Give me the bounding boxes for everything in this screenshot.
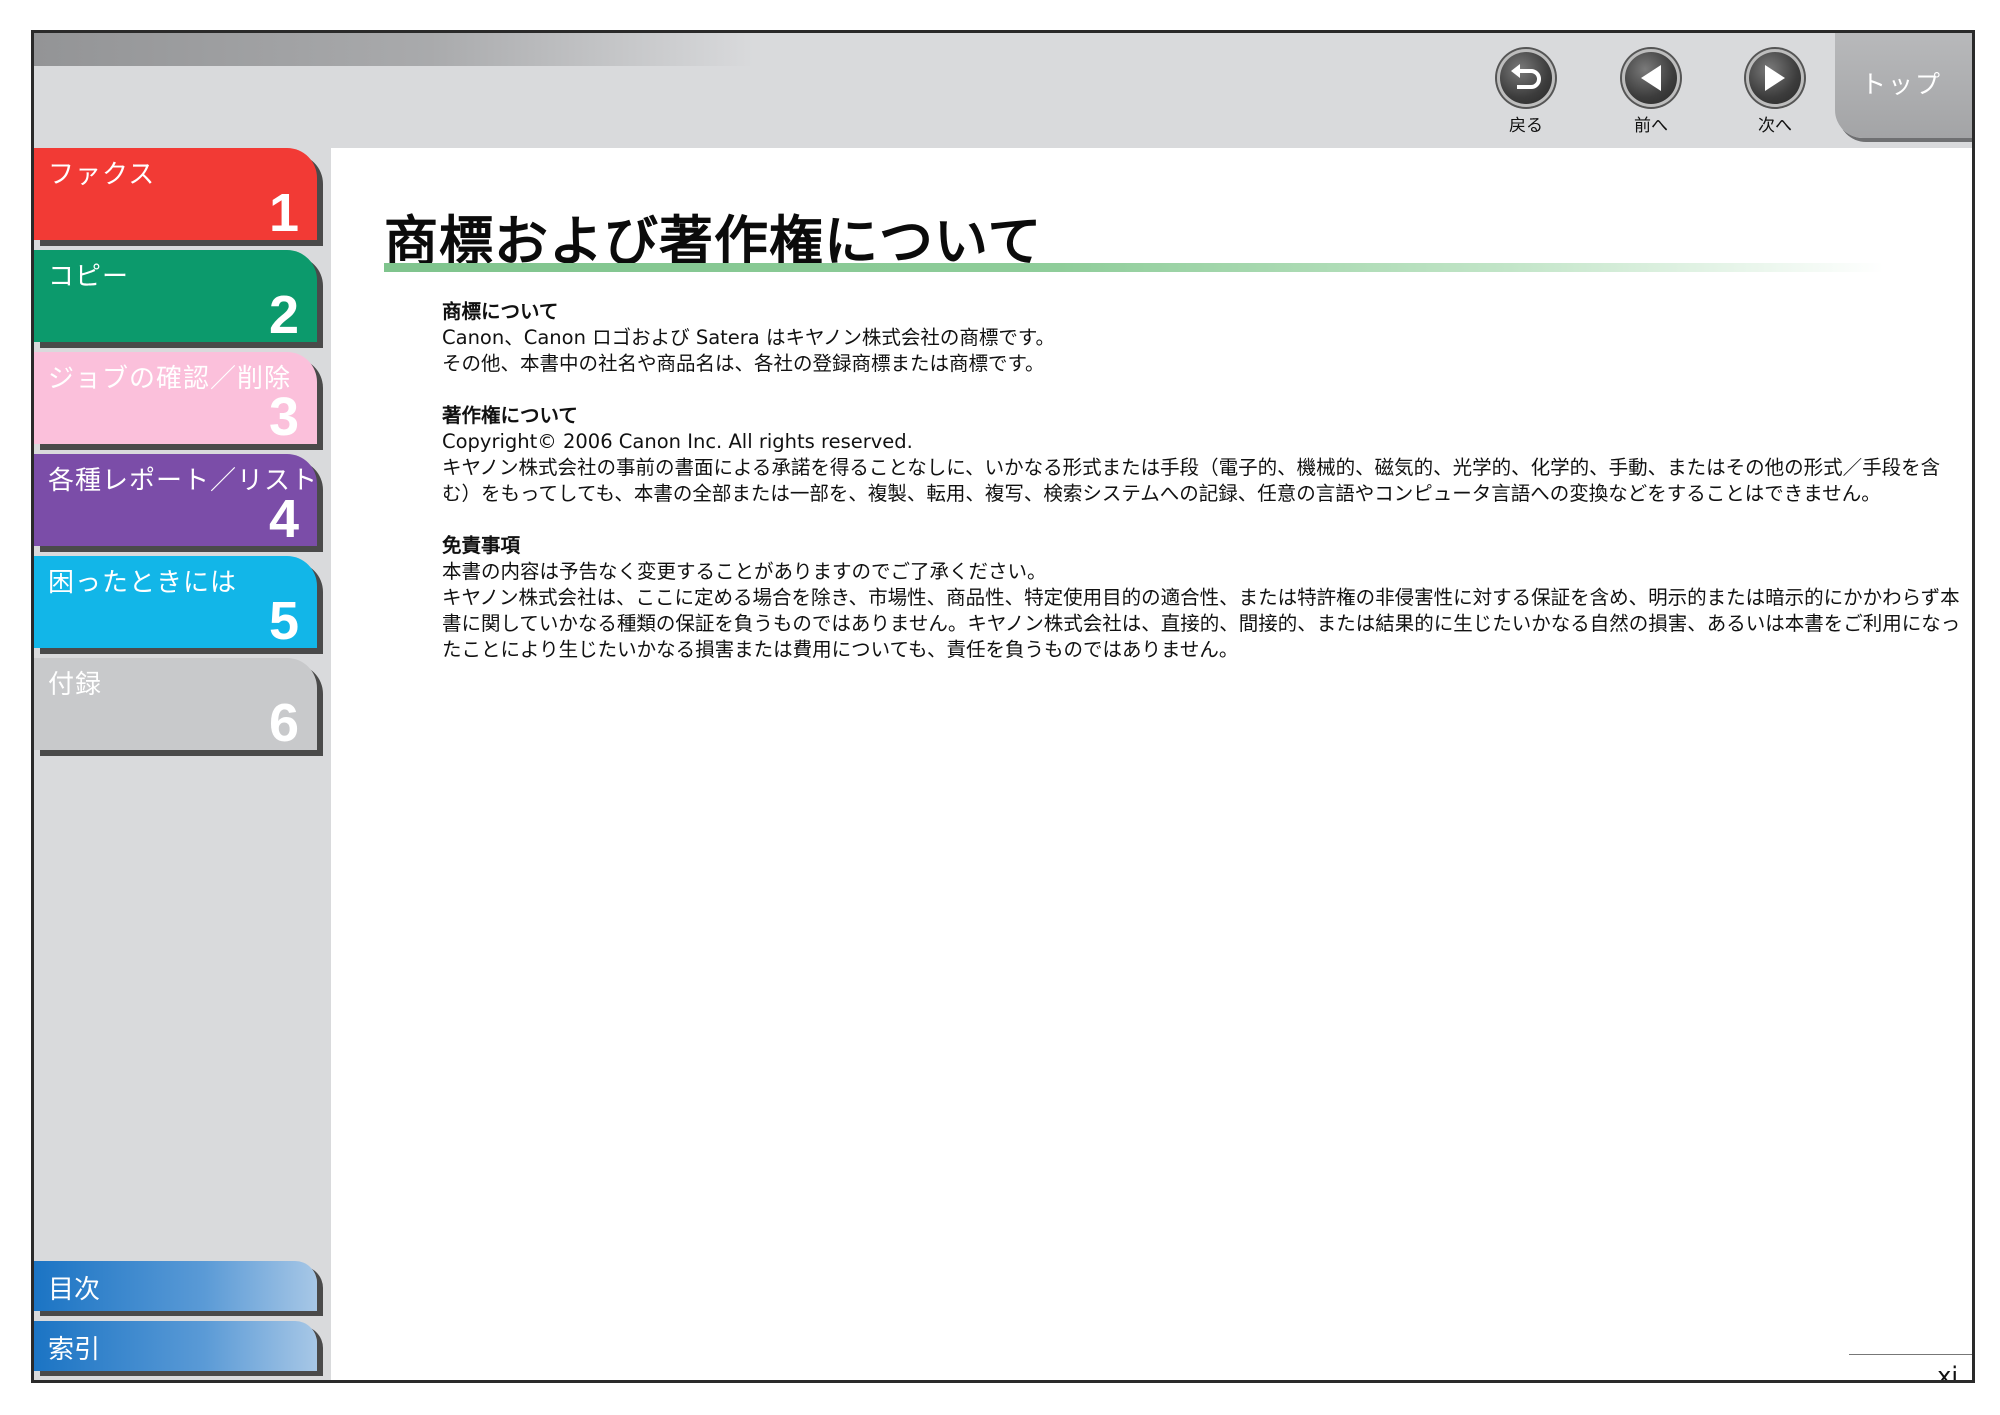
triangle-right-icon: [1746, 49, 1804, 107]
chapter-label: コピー: [48, 262, 130, 292]
triangle-left-icon: [1622, 49, 1680, 107]
section-heading: 商標について: [442, 300, 559, 323]
chapter-tab-appendix[interactable]: 付録 6: [34, 658, 317, 753]
chapter-number: 5: [268, 591, 299, 651]
chapter-label: ファクス: [48, 160, 156, 190]
chapter-label: 付録: [48, 670, 103, 700]
chapter-tab-troubleshooting[interactable]: 困ったときには 5: [34, 556, 317, 651]
index-label: 索引: [48, 1335, 101, 1365]
trademark-section: 商標について Canon、Canon ロゴおよび Satera はキヤノン株式会…: [442, 299, 1967, 377]
chapter-tab-job-status[interactable]: ジョブの確認／削除 3: [34, 352, 317, 447]
title-underline: [384, 263, 1884, 272]
chapter-tab-copy[interactable]: コピー 2: [34, 250, 317, 345]
chapter-tab-reports[interactable]: 各種レポート／リスト 4: [34, 454, 317, 549]
section-heading: 著作権について: [442, 404, 578, 427]
sidebar: ファクス 1 コピー 2 ジョブの確認／削除 3 各種レポート／リスト 4 困っ…: [34, 148, 331, 1380]
chapter-label: 困ったときには: [48, 568, 238, 598]
page-number-rule: [1849, 1354, 1972, 1355]
paragraph: 本書の内容は予告なく変更することがありますのでご了承ください。: [442, 560, 1047, 583]
chapter-label: ジョブの確認／削除: [48, 364, 292, 394]
paragraph: その他、本書中の社名や商品名は、各社の登録商標または商標です。: [442, 352, 1045, 375]
page-number: xi: [1937, 1362, 1958, 1383]
header-gradient-strip: [34, 33, 754, 66]
chapter-number: 6: [268, 693, 299, 753]
contents-button[interactable]: 目次: [34, 1261, 317, 1311]
paragraph: キヤノン株式会社は、ここに定める場合を除き、市場性、商品性、特定使用目的の適合性…: [442, 586, 1961, 661]
chapter-number: 1: [268, 183, 299, 243]
chapter-number: 4: [268, 489, 299, 549]
paragraph: Canon、Canon ロゴおよび Satera はキヤノン株式会社の商標です。: [442, 326, 1055, 349]
top-button[interactable]: トップ: [1835, 33, 1972, 138]
next-label: 次へ: [1758, 116, 1792, 136]
chapter-number: 2: [268, 285, 299, 345]
body-content: 商標について Canon、Canon ロゴおよび Satera はキヤノン株式会…: [442, 299, 1967, 689]
copyright-section: 著作権について Copyright© 2006 Canon Inc. All r…: [442, 403, 1967, 507]
back-arrow-icon: [1497, 49, 1555, 107]
section-heading: 免責事項: [442, 534, 521, 557]
prev-label: 前へ: [1634, 116, 1668, 136]
next-button[interactable]: 次へ: [1735, 49, 1815, 136]
back-button[interactable]: 戻る: [1486, 49, 1566, 136]
chapter-tab-fax[interactable]: ファクス 1: [34, 148, 317, 243]
top-label: トップ: [1861, 70, 1943, 99]
contents-label: 目次: [48, 1275, 101, 1305]
paragraph: キヤノン株式会社の事前の書面による承諾を得ることなしに、いかなる形式または手段（…: [442, 456, 1941, 505]
page-frame: 戻る 前へ 次へ トップ ファクス 1 コピー 2 ジョブの確認／削除 3 各種…: [31, 30, 1975, 1383]
header-bar: 戻る 前へ 次へ トップ: [34, 33, 1972, 148]
index-button[interactable]: 索引: [34, 1321, 317, 1371]
back-label: 戻る: [1509, 116, 1543, 136]
prev-button[interactable]: 前へ: [1611, 49, 1691, 136]
chapter-number: 3: [268, 387, 299, 447]
disclaimer-section: 免責事項 本書の内容は予告なく変更することがありますのでご了承ください。 キヤノ…: [442, 533, 1967, 663]
paragraph: Copyright© 2006 Canon Inc. All rights re…: [442, 430, 913, 453]
